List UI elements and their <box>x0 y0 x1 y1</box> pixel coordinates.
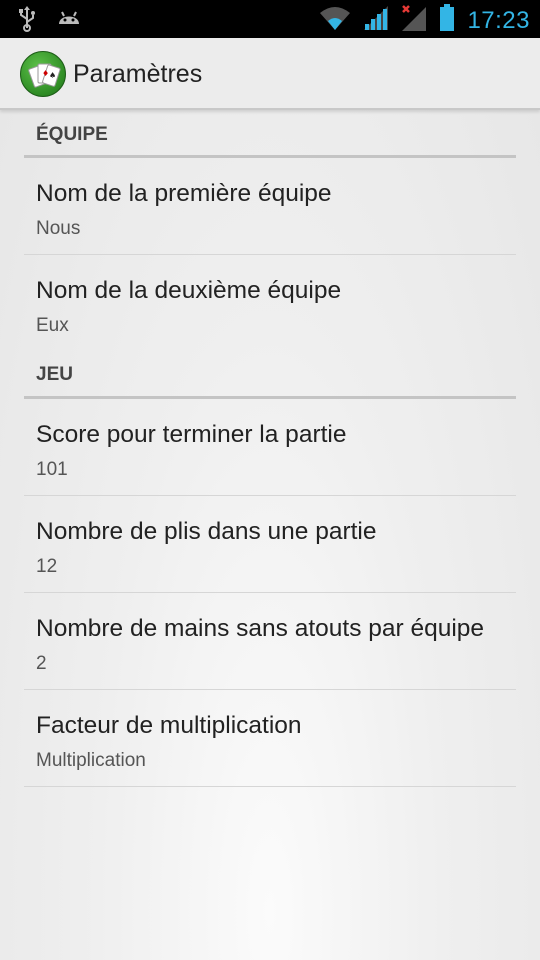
pref-title: Score pour terminer la partie <box>36 421 347 448</box>
status-bar: 17:23 <box>0 0 540 38</box>
battery-icon <box>439 4 455 37</box>
pref-item-second-team-name[interactable]: Nom de la deuxième équipe Eux <box>24 255 516 354</box>
pref-title: Nom de la deuxième équipe <box>36 277 342 304</box>
pref-summary: Nous <box>36 218 81 239</box>
wifi-icon <box>319 5 351 36</box>
pref-title: Nombre de mains sans atouts par équipe <box>36 615 485 642</box>
section-header-jeu: JEU <box>24 354 516 399</box>
signal-no-data-icon <box>401 4 427 37</box>
pref-item-no-trump-hands[interactable]: Nombre de mains sans atouts par équipe 2 <box>24 593 516 690</box>
android-debug-icon <box>56 6 82 37</box>
pref-item-winning-score[interactable]: Score pour terminer la partie 101 <box>24 399 516 496</box>
usb-icon <box>16 6 38 37</box>
pref-summary: Eux <box>36 315 69 336</box>
playing-cards-icon[interactable]: ♦ ♠ <box>20 51 66 97</box>
pref-summary: 12 <box>36 556 58 577</box>
svg-text:♠: ♠ <box>49 71 56 80</box>
preferences-list: ÉQUIPE Nom de la première équipe Nous No… <box>24 112 516 787</box>
pref-title: Nombre de plis dans une partie <box>36 518 377 545</box>
page-title: Paramètres <box>73 60 203 88</box>
pref-item-multiplication-factor[interactable]: Facteur de multiplication Multiplication <box>24 690 516 787</box>
status-time: 17:23 <box>467 6 530 34</box>
pref-summary: Multiplication <box>36 750 146 771</box>
pref-summary: 2 <box>36 653 47 674</box>
pref-title: Facteur de multiplication <box>36 712 302 739</box>
pref-item-tricks-per-game[interactable]: Nombre de plis dans une partie 12 <box>24 496 516 593</box>
action-bar: ♦ ♠ Paramètres <box>0 38 540 110</box>
section-header-equipe: ÉQUIPE <box>24 112 516 158</box>
signal-icon <box>363 5 389 36</box>
pref-summary: 101 <box>36 459 68 480</box>
pref-item-first-team-name[interactable]: Nom de la première équipe Nous <box>24 158 516 255</box>
pref-title: Nom de la première équipe <box>36 180 332 207</box>
